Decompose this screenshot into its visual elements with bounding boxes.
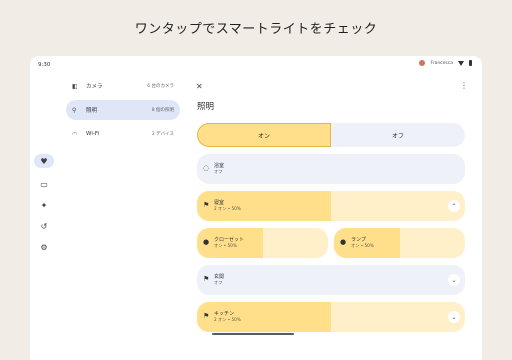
wifi-icon: ◠ [72, 130, 78, 138]
gesture-home-bar[interactable] [212, 333, 294, 335]
bulb-icon: ● [203, 238, 210, 246]
light-card-kitchen[interactable]: ⚑ キッチン 2 オン • 50% ⌄ [197, 302, 465, 332]
light-status: オン • 50% [214, 243, 237, 248]
all-lights-toggle: オン オフ [197, 123, 465, 147]
tablet-screen: 9:30 Francesca ♥ ▭ ✦ ↺ ⚙ ◧ カメラ 6 台のカメラ ⚲… [30, 56, 482, 360]
rail-item-settings[interactable]: ⚙ [34, 240, 54, 254]
toggle-off-button[interactable]: オフ [331, 123, 465, 147]
bulb-icon: ● [340, 238, 347, 246]
light-name: 玄関 [214, 274, 225, 280]
devices-icon: ▭ [40, 179, 48, 189]
light-group-icon: ⚑ [203, 312, 210, 320]
sparkle-icon: ✦ [40, 200, 48, 210]
chevron-down-icon[interactable]: ⌄ [448, 274, 460, 286]
light-name: 浴室 [214, 163, 225, 169]
light-name: ランプ [351, 237, 366, 243]
category-list: ◧ カメラ 6 台のカメラ ⚲ 照明 8 個の照明 ◠ Wi-Fi 2 デバイス [66, 74, 180, 148]
rail-item-devices[interactable]: ▭ [34, 177, 54, 191]
status-user-name: Francesca [430, 60, 453, 66]
category-label: カメラ [86, 84, 103, 90]
camera-icon: ◧ [72, 82, 78, 90]
category-item-wifi[interactable]: ◠ Wi-Fi 2 デバイス [66, 124, 180, 144]
wifi-signal-icon [458, 60, 464, 66]
light-card-bathroom[interactable]: ◌ 浴室 オフ [197, 154, 465, 184]
light-card-entrance[interactable]: ⚑ 玄関 オフ ⌄ [197, 265, 465, 295]
category-item-lights[interactable]: ⚲ 照明 8 個の照明 [66, 100, 180, 120]
gear-icon: ⚙ [40, 242, 48, 252]
light-card-lamp[interactable]: ● ランプ オン • 50% [334, 228, 465, 258]
category-count: 8 個の照明 [151, 108, 174, 113]
bulb-icon: ◌ [203, 164, 210, 172]
light-group-icon: ⚑ [203, 201, 210, 209]
light-card-bedroom[interactable]: ⚑ 寝室 2 オン • 50% ⌃ [197, 191, 465, 221]
chevron-up-icon[interactable]: ⌃ [448, 200, 460, 212]
light-status: 2 オン • 50% [214, 206, 241, 211]
battery-icon [469, 60, 472, 66]
rail-item-history[interactable]: ↺ [34, 219, 54, 233]
heart-icon: ♥ [40, 156, 48, 166]
avatar [419, 60, 426, 66]
rail-item-favorites[interactable]: ♥ [34, 154, 54, 168]
more-options-icon[interactable]: ⋮ [460, 81, 468, 90]
light-status: オフ [214, 280, 223, 285]
history-icon: ↺ [40, 221, 48, 231]
light-name: クローゼット [214, 237, 245, 243]
light-status: 2 オン • 50% [214, 317, 241, 322]
lights-panel: ✕ ⋮ 照明 オン オフ ◌ 浴室 オフ ⚑ 寝室 2 オン • 50% ⌃ ●… [188, 74, 470, 360]
rail-item-automations[interactable]: ✦ [34, 198, 54, 212]
status-bar: 9:30 Francesca [30, 56, 482, 74]
light-status: オン • 50% [351, 243, 374, 248]
light-name: キッチン [214, 311, 235, 317]
close-icon[interactable]: ✕ [196, 82, 203, 91]
toggle-on-button[interactable]: オン [197, 123, 331, 147]
light-group-icon: ⚑ [203, 275, 210, 283]
status-time: 9:30 [38, 62, 51, 68]
category-label: 照明 [86, 108, 98, 114]
chevron-down-icon[interactable]: ⌄ [448, 311, 460, 323]
category-count: 2 デバイス [151, 132, 174, 137]
lights-icon: ⚲ [72, 106, 77, 114]
navigation-rail: ♥ ▭ ✦ ↺ ⚙ [30, 74, 60, 360]
light-status: オフ [214, 169, 223, 174]
category-item-camera[interactable]: ◧ カメラ 6 台のカメラ [66, 76, 180, 96]
headline: ワンタップでスマートライトをチェック [134, 22, 378, 37]
category-label: Wi-Fi [86, 131, 100, 137]
light-name: 寝室 [214, 200, 225, 206]
light-card-closet[interactable]: ● クローゼット オン • 50% [197, 228, 328, 258]
panel-title: 照明 [197, 102, 215, 112]
category-count: 6 台のカメラ [147, 84, 174, 89]
